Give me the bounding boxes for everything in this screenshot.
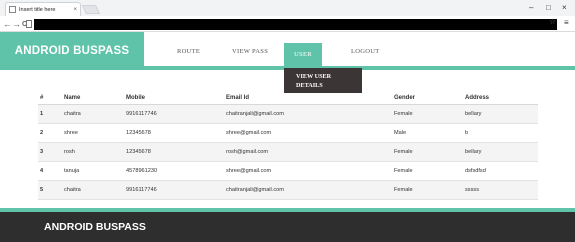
user-details-table: # Name Mobile Email Id Gender Address 1 … [38,92,538,200]
address-bar[interactable] [26,19,557,30]
column-header-number: # [38,92,62,105]
user-dropdown-menu: VIEW USER DETAILS [284,66,362,93]
table-row: 3 rosh 12345678 rosh@gmail.com Female be… [38,142,538,162]
cell-email: chaitranjali@gmail.com [224,104,392,124]
cell-mobile: 12345678 [124,123,224,143]
table-row: 4 tanuja 4578961230 shree@gmail.com Fema… [38,161,538,181]
cell-name: chaitra [62,104,124,124]
cell-number: 3 [38,142,62,162]
window-close-icon[interactable]: × [562,3,567,12]
table-row: 5 chaitra 9916117746 chaitranjali@gmail.… [38,180,538,200]
nav-user-label: USER [294,51,312,58]
nav-route[interactable]: ROUTE [177,48,200,55]
cell-number: 1 [38,104,62,124]
new-tab-button[interactable] [81,5,101,14]
table-row: 1 chaitra 9916117746 chaitranjali@gmail.… [38,104,538,124]
nav-user[interactable]: USER [284,43,322,66]
browser-tab[interactable]: Insert title here × [5,2,81,16]
cell-mobile: 9916117746 [124,104,224,124]
cell-email: shree@gmail.com [224,161,392,181]
cell-number: 4 [38,161,62,181]
cell-number: 2 [38,123,62,143]
tab-title: Insert title here [19,6,56,13]
footer-brand: ANDROID BUSPASS [44,221,146,233]
cell-address: dsfsdfsd [463,161,538,181]
column-header-name: Name [62,92,124,105]
brand-title: ANDROID BUSPASS [14,45,130,57]
cell-gender: Female [392,161,463,181]
cell-number: 5 [38,180,62,200]
maximize-icon[interactable]: □ [546,3,551,12]
cell-gender: Male [392,123,463,143]
footer: ANDROID BUSPASS [0,212,575,242]
nav-logout[interactable]: LOGOUT [351,48,380,55]
cell-name: tanuja [62,161,124,181]
column-header-mobile: Mobile [124,92,224,105]
table-header-row: # Name Mobile Email Id Gender Address [38,92,538,105]
back-icon[interactable]: ← [3,18,12,30]
column-header-email: Email Id [224,92,392,105]
cell-gender: Female [392,142,463,162]
cell-name: chaitra [62,180,124,200]
tab-close-icon[interactable]: × [73,7,77,13]
cell-email: rosh@gmail.com [224,142,392,162]
cell-email: chaitranjali@gmail.com [224,180,392,200]
cell-gender: Female [392,104,463,124]
page-info-icon[interactable] [26,20,32,28]
cell-mobile: 12345678 [124,142,224,162]
browser-menu-icon[interactable]: ≡ [564,18,569,27]
nav-view-pass[interactable]: VIEW PASS [232,48,268,55]
cell-mobile: 4578961230 [124,161,224,181]
page-icon [9,6,16,13]
cell-address: b [463,123,538,143]
cell-email: shree@gmail.com [224,123,392,143]
browser-tabstrip: Insert title here × – □ × [0,0,575,16]
column-header-address: Address [463,92,538,105]
cell-name: rosh [62,142,124,162]
cell-address: bellary [463,104,538,124]
table-row: 2 shree 12345678 shree@gmail.com Male b [38,123,538,143]
app-header: ANDROID BUSPASS ROUTE VIEW PASS USER LOG… [0,32,575,70]
cell-name: shree [62,123,124,143]
cell-gender: Female [392,180,463,200]
cell-mobile: 9916117746 [124,180,224,200]
cell-address: bellary [463,142,538,162]
cell-address: sssss [463,180,538,200]
dropdown-item-view-user-details[interactable]: VIEW USER DETAILS [296,72,348,90]
column-header-gender: Gender [392,92,463,105]
browser-toolbar: ← → C ☆ ≡ [0,16,575,32]
bookmark-star-icon[interactable]: ☆ [549,17,556,26]
brand-logo[interactable]: ANDROID BUSPASS [0,32,144,70]
forward-icon[interactable]: → [12,18,21,30]
minimize-icon[interactable]: – [529,3,533,12]
